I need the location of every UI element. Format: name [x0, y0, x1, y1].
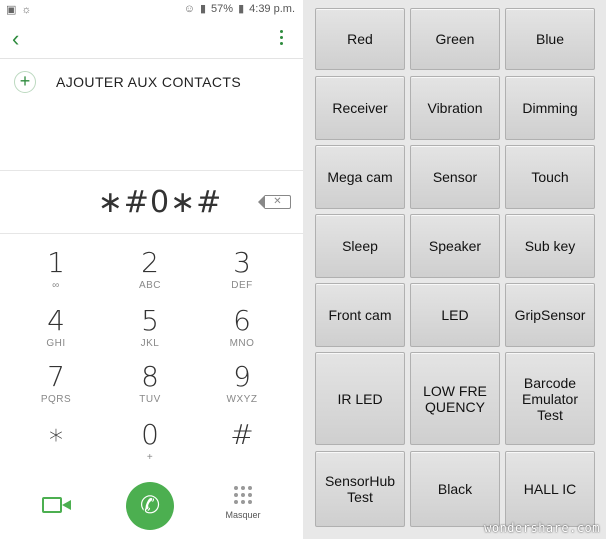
test-button-red[interactable]: Red	[315, 8, 405, 70]
test-button-touch[interactable]: Touch	[505, 145, 595, 209]
test-button-barcode-emulator[interactable]: Barcode Emulator Test	[505, 352, 595, 445]
key-8[interactable]: 8 TUV	[104, 362, 196, 418]
test-button-speaker[interactable]: Speaker	[410, 214, 500, 278]
test-button-green[interactable]: Green	[410, 8, 500, 70]
test-button-grip-sensor[interactable]: GripSensor	[505, 283, 595, 347]
dialer-actions: ✆ Masquer	[0, 478, 303, 539]
test-button-vibration[interactable]: Vibration	[410, 76, 500, 140]
number-display: ∗#0∗# ✕	[0, 170, 303, 234]
key-7[interactable]: 7 PQRS	[10, 362, 102, 418]
watermark: wondershare.com	[484, 521, 600, 535]
key-1[interactable]: 1 ∞	[10, 248, 102, 304]
test-button-black[interactable]: Black	[410, 451, 500, 527]
status-bar: ▣ ☼ ☺ ▮ 57% ▮ 4:39 p.m.	[0, 0, 303, 20]
key-hash[interactable]: #	[196, 420, 288, 476]
brightness-icon: ☼	[21, 4, 32, 16]
key-5[interactable]: 5 JKL	[104, 306, 196, 362]
dialer-screen: ▣ ☼ ☺ ▮ 57% ▮ 4:39 p.m. ‹ + AJOUTER AUX …	[0, 0, 303, 539]
signal-icon: ▮	[199, 3, 207, 15]
key-6[interactable]: 6 MNO	[196, 306, 288, 362]
key-3[interactable]: 3 DEF	[196, 248, 288, 304]
keypad-grid-icon	[234, 486, 252, 504]
test-button-dimming[interactable]: Dimming	[505, 76, 595, 140]
test-button-led[interactable]: LED	[410, 283, 500, 347]
test-button-sub-key[interactable]: Sub key	[505, 214, 595, 278]
video-call-icon[interactable]	[42, 494, 74, 516]
phone-icon: ✆	[139, 492, 161, 519]
add-to-contacts-button[interactable]: + AJOUTER AUX CONTACTS	[14, 68, 294, 96]
key-2[interactable]: 2 ABC	[104, 248, 196, 304]
more-options-icon[interactable]	[277, 30, 285, 52]
test-button-hall-ic[interactable]: HALL IC	[505, 451, 595, 527]
key-star[interactable]: ∗	[10, 420, 102, 476]
key-4[interactable]: 4 GHI	[10, 306, 102, 362]
add-to-contacts-label: AJOUTER AUX CONTACTS	[56, 74, 242, 90]
test-button-front-cam[interactable]: Front cam	[315, 283, 405, 347]
back-arrow-icon[interactable]: ‹	[12, 26, 34, 54]
test-menu-screen: Red Green Blue Receiver Vibration Dimmin…	[303, 0, 606, 539]
test-button-mega-cam[interactable]: Mega cam	[315, 145, 405, 209]
test-button-sensor[interactable]: Sensor	[410, 145, 500, 209]
call-button[interactable]: ✆	[126, 482, 174, 530]
gallery-notification-icon: ▣	[6, 4, 17, 16]
status-time: 4:39 p.m.	[249, 3, 295, 15]
test-button-sensorhub[interactable]: SensorHub Test	[315, 451, 405, 527]
dialer-toolbar: ‹	[0, 22, 303, 58]
test-button-sleep[interactable]: Sleep	[315, 214, 405, 278]
toolbar-divider	[0, 58, 303, 59]
wifi-icon: ☺	[183, 3, 195, 15]
battery-icon: ▮	[238, 3, 245, 15]
key-9[interactable]: 9 WXYZ	[196, 362, 288, 418]
key-0[interactable]: 0 +	[104, 420, 196, 476]
test-button-ir-led[interactable]: IR LED	[315, 352, 405, 445]
test-button-receiver[interactable]: Receiver	[315, 76, 405, 140]
test-button-low-frequency[interactable]: LOW FREQUENCY	[410, 352, 500, 445]
plus-icon: +	[14, 71, 36, 93]
battery-percent: 57%	[211, 3, 234, 15]
backspace-icon[interactable]: ✕	[258, 194, 291, 209]
hide-keypad-button[interactable]: Masquer	[222, 486, 264, 534]
hide-keypad-label: Masquer	[225, 510, 261, 520]
test-button-blue[interactable]: Blue	[505, 8, 595, 70]
